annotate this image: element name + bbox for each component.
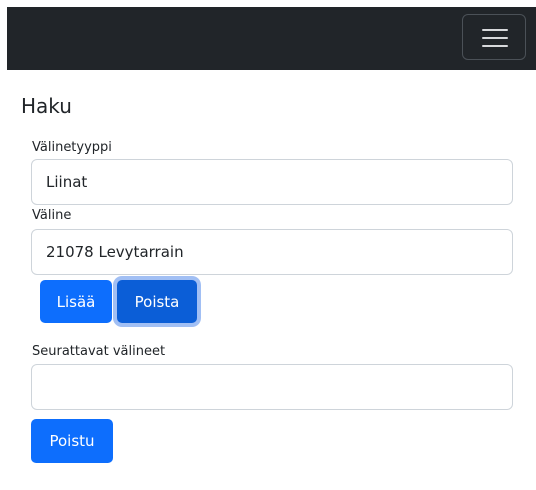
- add-button[interactable]: Lisää: [40, 280, 112, 323]
- menu-toggle-button[interactable]: [462, 14, 526, 60]
- equipment-label: Väline: [32, 208, 72, 223]
- equipment-type-label: Välinetyyppi: [32, 140, 112, 155]
- equipment-type-field[interactable]: [31, 159, 513, 205]
- tracked-equipment-field[interactable]: [31, 364, 513, 410]
- app-frame: Haku Välinetyyppi Väline Lisää Poista Se…: [0, 0, 536, 490]
- exit-button[interactable]: Poistu: [31, 419, 113, 463]
- tracked-equipment-label: Seurattavat välineet: [32, 344, 166, 359]
- page-title: Haku: [21, 94, 72, 118]
- top-navbar: [7, 7, 536, 70]
- hamburger-icon: [482, 28, 508, 48]
- remove-button[interactable]: Poista: [117, 280, 197, 323]
- equipment-field[interactable]: [31, 229, 513, 275]
